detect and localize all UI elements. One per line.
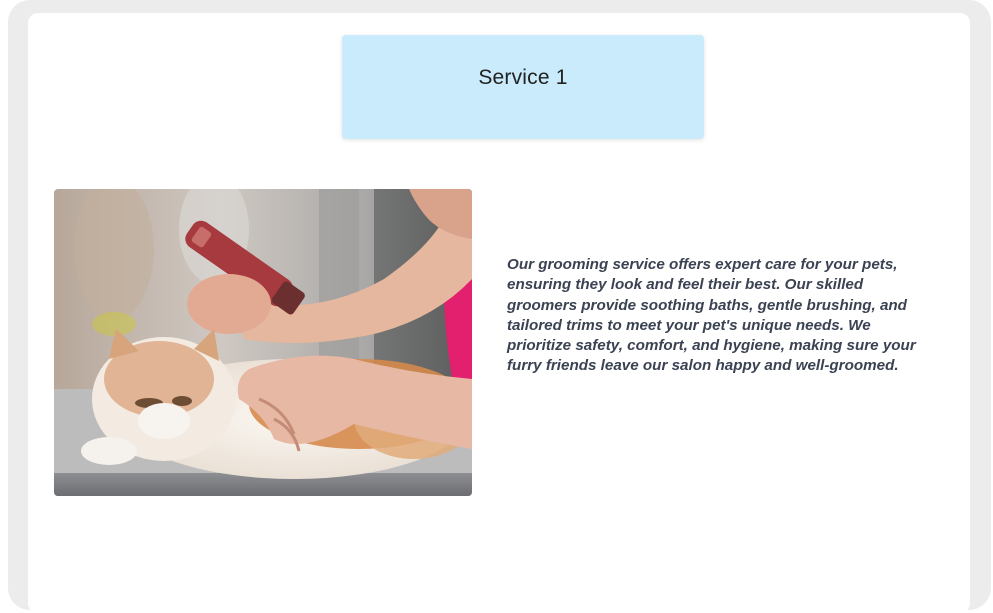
cat-grooming-photo	[54, 189, 472, 496]
service-title-tile: Service 1	[342, 35, 704, 139]
service-description: Our grooming service offers expert care …	[507, 256, 916, 375]
service-title: Service 1	[478, 66, 568, 89]
